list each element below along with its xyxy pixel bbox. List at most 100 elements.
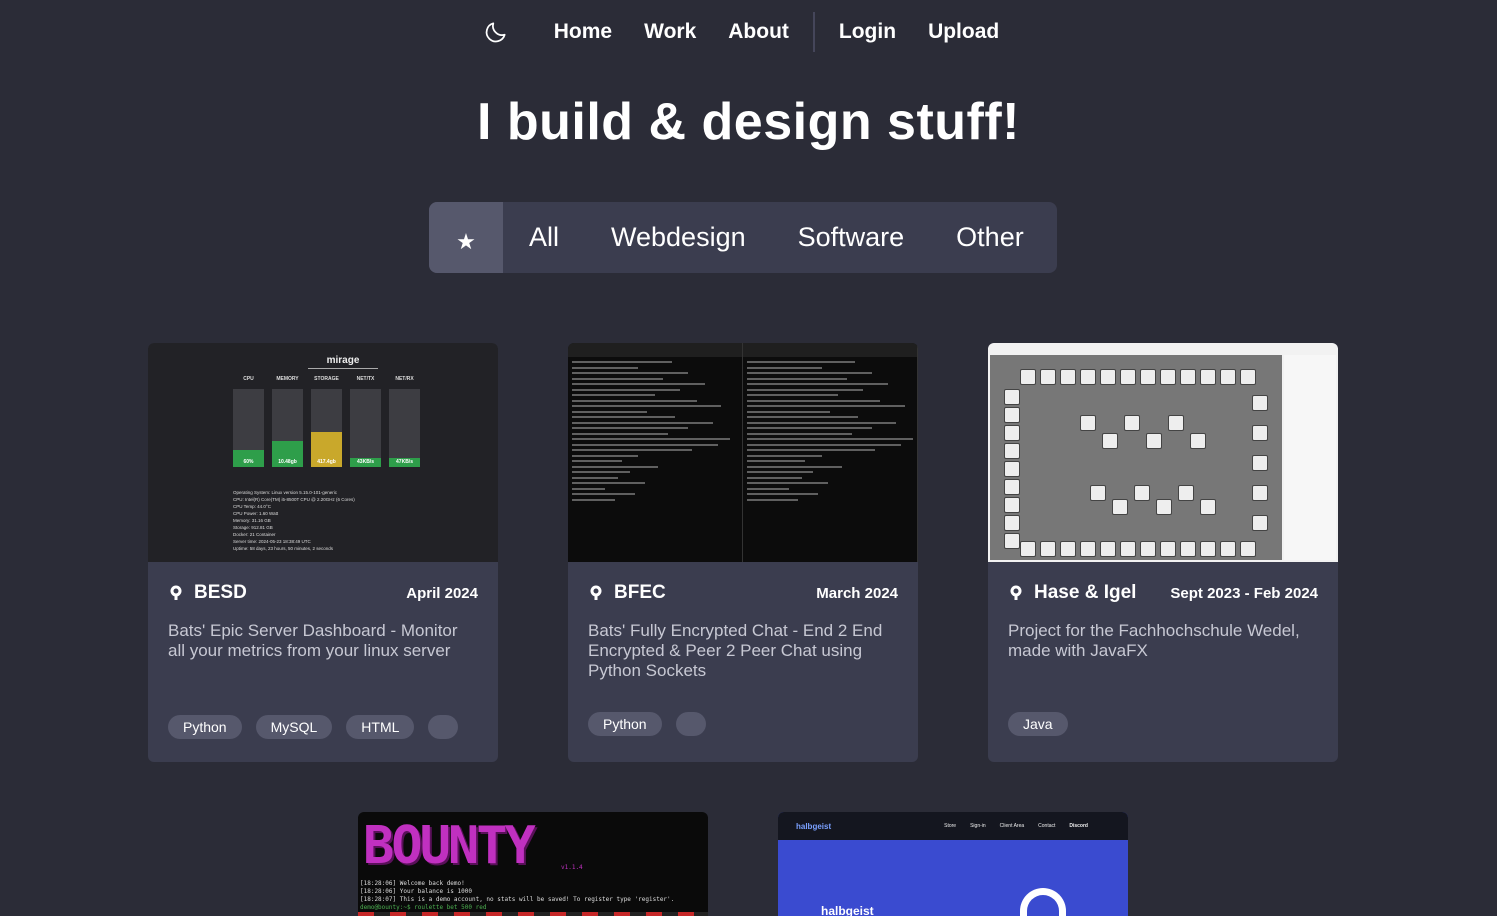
terminal-line bbox=[572, 482, 646, 484]
halbgeist-menu-item: Discord bbox=[1069, 823, 1088, 829]
terminal-line bbox=[572, 460, 622, 462]
project-card-besd[interactable]: mirage CPU 60% MEMORY 10.48gb STORAGE 417.4… bbox=[148, 343, 498, 762]
nav-login[interactable]: Login bbox=[839, 20, 896, 44]
board-tile bbox=[1004, 389, 1020, 405]
github-icon[interactable] bbox=[588, 585, 604, 601]
tag-python[interactable]: Python bbox=[588, 712, 662, 736]
terminal-line bbox=[747, 366, 822, 369]
dashboard-info: Operating System: Linux version 5.15.0-1… bbox=[233, 490, 355, 551]
tag-python[interactable]: Python bbox=[168, 715, 242, 739]
terminal-line bbox=[572, 487, 606, 490]
board-tile bbox=[1156, 499, 1172, 515]
project-tags: Java bbox=[1008, 712, 1068, 736]
dashboard-bar: STORAGE 417.4gb bbox=[311, 376, 342, 467]
terminal-line bbox=[572, 410, 647, 413]
board-tile bbox=[1146, 433, 1162, 449]
terminal-line bbox=[572, 465, 659, 468]
terminal-line bbox=[572, 443, 719, 446]
filter-tab-webdesign[interactable]: Webdesign bbox=[585, 222, 772, 253]
board-tile bbox=[1168, 415, 1184, 431]
board-tile bbox=[1252, 515, 1268, 531]
project-title[interactable]: BFEC bbox=[588, 582, 666, 604]
board-tile bbox=[1160, 369, 1176, 385]
terminal-line bbox=[747, 372, 872, 374]
terminal-line bbox=[747, 416, 859, 418]
terminal-line bbox=[747, 471, 814, 473]
nav-divider bbox=[812, 12, 815, 52]
github-icon[interactable] bbox=[168, 585, 184, 601]
project-title[interactable]: Hase & Igel bbox=[1008, 582, 1136, 604]
terminal-line bbox=[572, 498, 616, 501]
board-tile bbox=[1252, 455, 1268, 471]
nav-upload[interactable]: Upload bbox=[928, 20, 999, 44]
category-filter: ★ All Webdesign Software Other bbox=[429, 202, 1057, 273]
halbgeist-menu-item: Store bbox=[944, 823, 957, 829]
halbgeist-menu-item: Client Area bbox=[999, 823, 1025, 829]
terminal-line bbox=[572, 432, 669, 435]
board-tile bbox=[1004, 533, 1020, 549]
board-tile bbox=[1180, 541, 1196, 557]
filter-tab-other[interactable]: Other bbox=[930, 222, 1050, 253]
github-icon[interactable] bbox=[1008, 585, 1024, 601]
tag-java[interactable]: Java bbox=[1008, 712, 1068, 736]
terminal-line bbox=[747, 421, 897, 424]
terminal-line bbox=[747, 443, 902, 446]
project-description: Bats' Fully Encrypted Chat - End 2 End E… bbox=[588, 621, 883, 680]
terminal-line bbox=[572, 377, 664, 380]
project-thumbnail bbox=[568, 343, 918, 562]
project-date: Sept 2023 - Feb 2024 bbox=[1170, 584, 1318, 602]
dashboard-bar: CPU 60% bbox=[233, 376, 264, 467]
board-tile bbox=[1124, 415, 1140, 431]
terminal-line bbox=[572, 388, 680, 391]
terminal-line bbox=[572, 416, 675, 418]
bounty-version: v1.1.4 bbox=[561, 864, 583, 871]
filter-favorites-star-icon[interactable]: ★ bbox=[429, 202, 503, 273]
board-tile bbox=[1240, 369, 1256, 385]
terminal-line bbox=[747, 427, 872, 429]
project-card-halbgeist[interactable]: halbgeist Store Sign-in Client Area Cont… bbox=[778, 812, 1128, 916]
project-card-hase-igel[interactable]: Hase & Igel Sept 2023 - Feb 2024 Project… bbox=[988, 343, 1338, 762]
terminal-line bbox=[747, 493, 819, 495]
tag-mysql[interactable]: MySQL bbox=[255, 715, 333, 739]
tag-empty[interactable] bbox=[675, 712, 706, 736]
nav-home[interactable]: Home bbox=[554, 20, 612, 44]
terminal-line bbox=[572, 405, 722, 407]
project-date: April 2024 bbox=[406, 584, 478, 602]
board-tile bbox=[1060, 369, 1076, 385]
board-tile bbox=[1040, 541, 1056, 557]
page-title: I build & design stuff! bbox=[476, 93, 1020, 151]
board-tile bbox=[1252, 395, 1268, 411]
project-name: BESD bbox=[194, 582, 247, 603]
terminal-line bbox=[747, 487, 789, 490]
board-tile bbox=[1020, 369, 1036, 385]
filter-tab-software[interactable]: Software bbox=[772, 222, 931, 253]
project-tags: Python MySQL HTML bbox=[168, 715, 459, 739]
dashboard-title: mirage bbox=[308, 355, 378, 369]
top-nav: Home Work About Login Upload bbox=[0, 10, 1497, 54]
project-title[interactable]: BESD bbox=[168, 582, 247, 604]
filter-tab-all[interactable]: All bbox=[503, 222, 585, 253]
terminal-line bbox=[572, 366, 639, 369]
terminal-line bbox=[747, 454, 822, 457]
project-name: BFEC bbox=[614, 582, 666, 603]
board-tile bbox=[1112, 499, 1128, 515]
terminal-line bbox=[572, 471, 631, 473]
project-name: Hase & Igel bbox=[1034, 582, 1137, 603]
halbgeist-hero: halbgeist bbox=[821, 904, 874, 916]
nav-about[interactable]: About bbox=[728, 20, 789, 44]
tag-empty[interactable] bbox=[428, 715, 459, 739]
dark-mode-moon-icon[interactable] bbox=[482, 18, 510, 46]
terminal-line bbox=[747, 383, 889, 385]
nav-work[interactable]: Work bbox=[644, 20, 696, 44]
project-card-bfec[interactable]: BFEC March 2024 Bats' Fully Encrypted Ch… bbox=[568, 343, 918, 762]
board-tile bbox=[1140, 369, 1156, 385]
board-tile bbox=[1134, 485, 1150, 501]
terminal-line bbox=[747, 377, 847, 380]
board-tile bbox=[1178, 485, 1194, 501]
project-card-bounty[interactable]: BOUNTY v1.1.4 [18:28:06] Welcome back de… bbox=[358, 812, 708, 916]
terminal-line bbox=[572, 394, 655, 396]
terminal-line bbox=[572, 361, 672, 363]
tag-html[interactable]: HTML bbox=[346, 715, 415, 739]
board-tile bbox=[1100, 369, 1116, 385]
project-thumbnail bbox=[988, 343, 1338, 562]
